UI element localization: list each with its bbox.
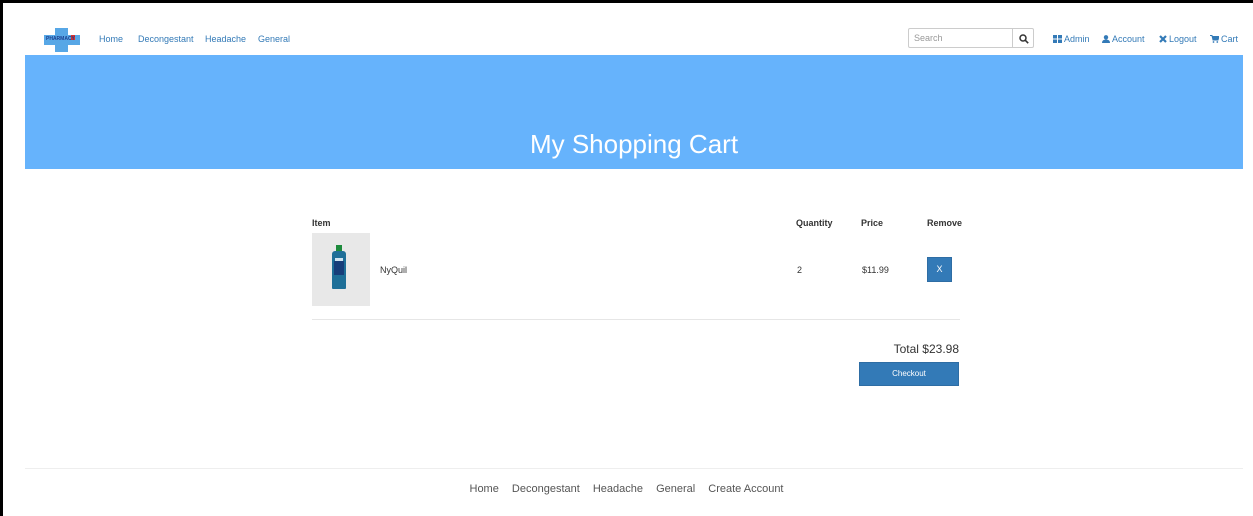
column-header-remove: Remove [927, 218, 963, 228]
navbar [3, 3, 1253, 55]
nav-link-home[interactable]: Home [99, 34, 123, 44]
footer-link-decongestant[interactable]: Decongestant [512, 483, 580, 495]
column-header-price: Price [861, 218, 884, 228]
footer-link-general[interactable]: General [656, 483, 695, 495]
search-button[interactable] [1012, 28, 1034, 48]
nav-link-decongestant[interactable]: Decongestant [138, 34, 194, 44]
page-title: My Shopping Cart [529, 129, 739, 159]
product-image [312, 233, 370, 306]
logout-label: Logout [1169, 34, 1197, 44]
cart-label: Cart [1221, 34, 1239, 44]
nav-link-general[interactable]: General [258, 34, 290, 44]
shopping-cart-icon [1210, 35, 1219, 43]
footer-link-home[interactable]: Home [470, 483, 499, 495]
close-icon [1159, 35, 1167, 43]
hero-banner: My Shopping Cart [25, 55, 1243, 169]
divider [312, 319, 960, 320]
nav-link-headache[interactable]: Headache [205, 34, 246, 44]
dashboard-icon [1053, 35, 1062, 43]
product-quantity: 2 [797, 265, 803, 275]
user-icon [1102, 35, 1110, 43]
product-name: NyQuil [380, 265, 408, 275]
logout-link[interactable]: Logout [1159, 34, 1197, 44]
logo-text: PHARMACY [46, 36, 75, 42]
checkout-button[interactable]: Checkout [859, 362, 959, 386]
admin-link[interactable]: Admin [1053, 34, 1090, 44]
cart-total: Total $23.98 [893, 342, 959, 356]
footer-divider [25, 468, 1243, 469]
admin-label: Admin [1064, 34, 1090, 44]
footer-link-create-account[interactable]: Create Account [708, 483, 783, 495]
footer: Home Decongestant Headache General Creat… [0, 483, 1253, 495]
remove-item-button[interactable]: X [927, 257, 952, 282]
pharmacy-logo[interactable]: PHARMACY [44, 28, 80, 52]
product-price: $11.99 [862, 265, 889, 275]
column-header-quantity: Quantity [796, 218, 833, 228]
search-input[interactable] [908, 28, 1013, 48]
column-header-item: Item [312, 218, 331, 228]
medicine-bottle-image [332, 245, 346, 289]
account-label: Account [1112, 34, 1145, 44]
cart-link[interactable]: Cart [1210, 34, 1238, 44]
footer-link-headache[interactable]: Headache [593, 483, 643, 495]
account-link[interactable]: Account [1102, 34, 1145, 44]
search-icon [1019, 34, 1029, 44]
